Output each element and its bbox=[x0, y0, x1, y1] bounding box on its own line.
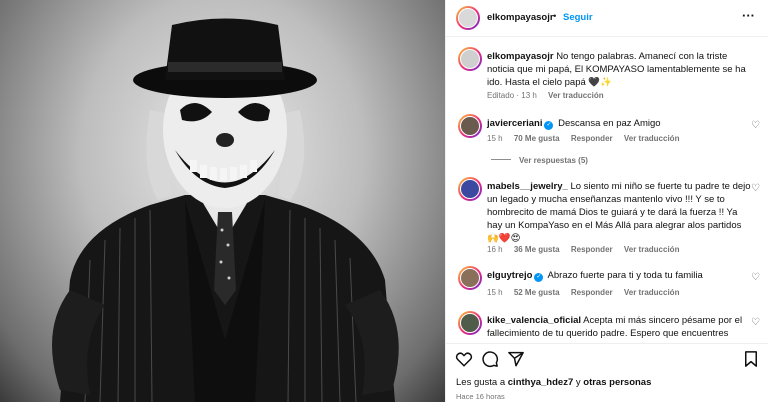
verified-badge-icon: ✓ bbox=[534, 273, 544, 282]
reply-link[interactable]: Responder bbox=[571, 288, 613, 297]
comment-likes[interactable]: 70 Me gusta bbox=[514, 134, 560, 143]
likes-others-link[interactable]: otras personas bbox=[583, 377, 651, 388]
comment-time: 15 h bbox=[487, 134, 503, 143]
view-replies-label: Ver respuestas (5) bbox=[519, 156, 588, 165]
post-timestamp: Hace 16 horas bbox=[456, 392, 505, 401]
reply-link[interactable]: Responder bbox=[571, 134, 613, 143]
author-avatar[interactable] bbox=[458, 47, 482, 71]
likes-mid: y bbox=[575, 377, 581, 388]
comment-username[interactable]: javierceriani bbox=[487, 118, 542, 129]
commenter-avatar[interactable] bbox=[458, 114, 482, 138]
commenter-avatar[interactable] bbox=[458, 311, 482, 335]
separator-dot: • bbox=[553, 11, 557, 22]
comment-text: Abrazo fuerte para ti y toda tu familia bbox=[547, 270, 703, 281]
verified-badge-icon: ✓ bbox=[544, 121, 554, 130]
translate-link[interactable]: Ver traducción bbox=[624, 134, 680, 143]
comment-bubble-icon[interactable] bbox=[481, 350, 499, 368]
translate-link[interactable]: Ver traducción bbox=[624, 288, 680, 297]
comments-list[interactable]: elkompayasojr No tengo palabras. Amanecí… bbox=[446, 38, 768, 343]
share-send-icon[interactable] bbox=[507, 350, 525, 368]
comment-username[interactable]: elguytrejo bbox=[487, 270, 532, 281]
like-comment-heart-icon[interactable]: ♡ bbox=[751, 272, 760, 283]
commenter-avatar[interactable] bbox=[458, 266, 482, 290]
clown-figure-image bbox=[52, 18, 399, 402]
post-photo bbox=[0, 0, 445, 402]
comment-username[interactable]: kike_valencia_oficial bbox=[487, 315, 581, 326]
caption-translate-link[interactable]: Ver traducción bbox=[548, 91, 604, 100]
commenter-avatar[interactable] bbox=[458, 177, 482, 201]
reply-link[interactable]: Responder bbox=[571, 245, 613, 254]
view-replies-button[interactable]: Ver respuestas (5) bbox=[491, 156, 588, 165]
caption-edited-time: Editado · 13 h bbox=[487, 91, 537, 100]
follow-button[interactable]: Seguir bbox=[563, 12, 593, 23]
like-heart-icon[interactable] bbox=[455, 350, 473, 368]
comment-time: 16 h bbox=[487, 245, 503, 254]
more-icon[interactable]: ··· bbox=[742, 8, 755, 23]
replies-divider bbox=[491, 159, 511, 160]
save-bookmark-icon[interactable] bbox=[742, 350, 760, 368]
post-side-panel: elkompayasojr • Seguir ··· elkompayasojr… bbox=[445, 0, 768, 402]
like-comment-heart-icon[interactable]: ♡ bbox=[751, 317, 760, 328]
comment-text: Descansa en paz Amigo bbox=[558, 118, 661, 129]
post-actions-bar: Les gusta a cinthya_hdez7 y otras person… bbox=[446, 343, 768, 402]
post-header: elkompayasojr • Seguir ··· bbox=[446, 0, 768, 37]
comment-time: 15 h bbox=[487, 288, 503, 297]
comment-username[interactable]: mabels__jewelry_ bbox=[487, 181, 568, 192]
author-avatar[interactable] bbox=[456, 6, 480, 30]
like-comment-heart-icon[interactable]: ♡ bbox=[751, 120, 760, 131]
comment-likes[interactable]: 52 Me gusta bbox=[514, 288, 560, 297]
likes-user-link[interactable]: cinthya_hdez7 bbox=[508, 377, 573, 388]
likes-prefix: Les gusta a bbox=[456, 377, 506, 388]
author-username[interactable]: elkompayasojr bbox=[487, 12, 554, 23]
caption-username[interactable]: elkompayasojr bbox=[487, 51, 554, 62]
like-comment-heart-icon[interactable]: ♡ bbox=[751, 183, 760, 194]
likes-summary: Les gusta a cinthya_hdez7 y otras person… bbox=[456, 377, 651, 388]
comment-likes[interactable]: 36 Me gusta bbox=[514, 245, 560, 254]
translate-link[interactable]: Ver traducción bbox=[624, 245, 680, 254]
